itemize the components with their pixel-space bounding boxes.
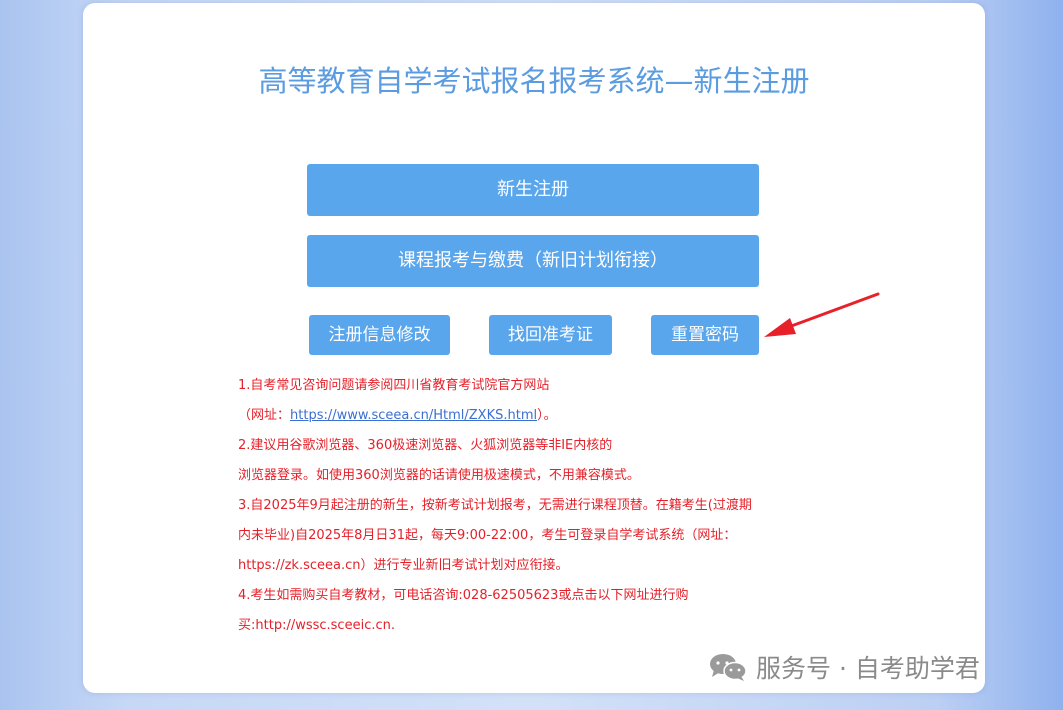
page-title: 高等教育自学考试报名报考系统—新生注册 (258, 64, 810, 98)
watermark-text: 服务号 · 自考助学君 (756, 654, 980, 683)
wechat-icon (710, 654, 747, 681)
notice-1-line-2: （网址：https://www.sceea.cn/Html/ZXKS.html）… (238, 401, 888, 431)
new-student-register-button[interactable]: 新生注册 (307, 164, 759, 216)
retrieve-admission-ticket-button[interactable]: 找回准考证 (489, 315, 612, 355)
notice-3-line-1: 3.自2025年9月起注册的新生，按新考试计划报考，无需进行课程顶替。在籍考生(… (238, 498, 752, 513)
notice-list: 1.自考常见咨询问题请参阅四川省教育考试院官方网站 （网址：https://ww… (238, 371, 888, 641)
registration-card: 高等教育自学考试报名报考系统—新生注册 新生注册 课程报考与缴费（新旧计划衔接）… (83, 3, 985, 693)
notice-4-line-2: 买:http://wssc.sceeic.cn. (238, 618, 395, 633)
sceea-website-link[interactable]: https://www.sceea.cn/Html/ZXKS.html (290, 408, 537, 423)
notice-4-line-1: 4.考生如需购买自考教材，可电话咨询:028-62505623或点击以下网址进行… (238, 588, 689, 603)
course-registration-payment-button[interactable]: 课程报考与缴费（新旧计划衔接） (307, 235, 759, 287)
notice-3-line-2: 内未毕业)自2025年8月日31起，每天9:00-22:00，考生可登录自学考试… (238, 528, 737, 543)
notice-2-line-1: 2.建议用谷歌浏览器、360极速浏览器、火狐浏览器等非IE内核的 (238, 438, 613, 453)
account-watermark: 服务号 · 自考助学君 (708, 650, 980, 684)
reset-password-button[interactable]: 重置密码 (651, 315, 759, 355)
notice-3-line-3: https://zk.sceea.cn）进行专业新旧考试计划对应衔接。 (238, 558, 569, 573)
notice-1-suffix: ）。 (537, 408, 557, 423)
notice-1-prefix: （网址： (238, 408, 291, 423)
red-arrow-icon (764, 292, 880, 337)
modify-registration-button[interactable]: 注册信息修改 (309, 315, 450, 355)
notice-1-line-1: 1.自考常见咨询问题请参阅四川省教育考试院官方网站 (238, 378, 550, 393)
notice-2-line-2: 浏览器登录。如使用360浏览器的话请使用极速模式，不用兼容模式。 (238, 468, 640, 483)
